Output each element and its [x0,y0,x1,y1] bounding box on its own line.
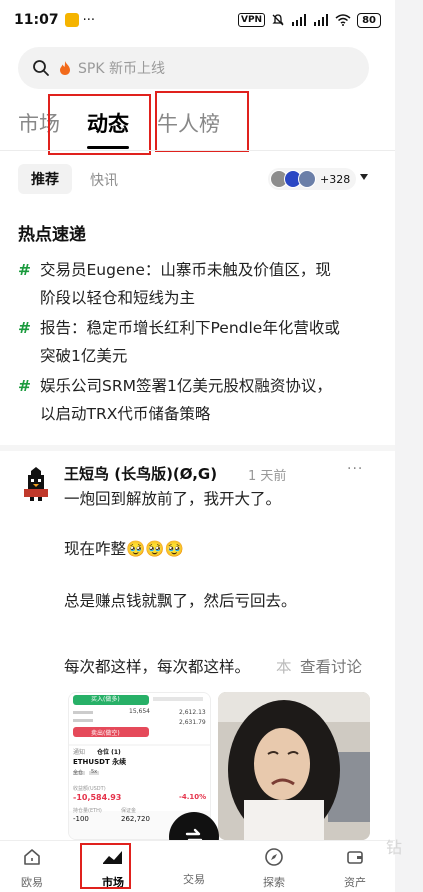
post-image-photo[interactable] [218,692,370,840]
margin-value: 262,720 [121,815,150,823]
nav-label: 资产 [344,876,366,889]
nav-label: 欧易 [21,876,43,889]
section-divider [0,445,395,451]
fire-icon [60,61,70,75]
amount-value: -100 [73,815,89,823]
buy-button-label: 买入(做多) [91,696,120,703]
avatar [298,170,316,188]
vpn-icon: VPN [237,13,266,27]
hot-topic-line: 娱乐公司SRM签署1亿美元股权融资协议， [40,377,332,395]
screenshot-tab: 仓位 (1) [97,749,121,756]
post-text-line: 每次都这样，每次都这样。 [64,658,251,676]
post-text-line: 现在咋整🥹🥹🥹 [64,540,184,558]
watermark: 钻 [386,838,403,857]
screenshot-tag: 全仓 [73,770,84,776]
author-avatar[interactable] [18,465,54,501]
search-icon [33,60,49,76]
amount-label: 持仓量(ETH) [73,808,102,814]
pnl-percent: -4.10% [179,793,207,801]
highlight-box-leaderboard [155,91,249,152]
sub-tabs: 推荐 快讯 +328 [0,160,395,200]
subtab-news[interactable]: 快讯 [90,170,118,190]
hot-topic-item[interactable]: # 娱乐公司SRM签署1亿美元股权融资协议， 以启动TRX代币储备策略 [18,372,378,428]
search-bar[interactable]: SPK 新币上线 [18,47,369,89]
battery-icon: 80 [357,12,381,28]
price-value: 2,631.79 [179,719,206,726]
hot-topic-item[interactable]: # 交易员Eugene：山寨币未触及价值区，现 阶段以轻仓和短线为主 [18,256,378,312]
post-time: 1 天前 [248,469,287,484]
hashtag-icon: # [18,377,31,395]
see-discussion-link[interactable]: 查看讨论 [300,655,362,677]
faded-text: 本 [276,658,292,676]
nav-label: 交易 [183,873,205,886]
nav-explore[interactable]: 探索 [244,847,304,890]
post-text-line: 总是赚点钱就飘了，然后亏回去。 [64,592,297,610]
pnl-value: -10,584.93 [73,793,122,802]
nav-assets[interactable]: 资产 [325,847,385,890]
hot-topic-line: 突破1亿美元 [40,347,128,365]
hot-topic-line: 以启动TRX代币储备策略 [40,405,211,423]
post-text-line: 一炮回到解放前了，我开大了。 [64,490,282,508]
wallet-icon [347,851,363,864]
price-value: 15,654 [129,708,150,715]
right-gutter [395,0,423,892]
sell-button-label: 卖出(做空) [91,730,120,737]
status-indicators: VPN 80 [237,12,381,28]
bottom-nav: 欧易 市场 交易 探索 资产 [0,840,395,892]
subtab-recommend[interactable]: 推荐 [18,164,72,194]
mute-bell-icon [272,14,284,26]
more-options-icon[interactable]: ··· [347,461,363,477]
hot-topic-line: 报告：稳定币增长红利下Pendle年化营收或 [40,319,340,337]
post-author[interactable]: 王短鸟 (长鸟版)(Ø,G) [64,463,217,484]
screenshot-tag: 5x [91,769,98,775]
margin-label: 保证金 [121,808,137,814]
trade-icon-spacer [164,847,224,867]
highlight-box-feed [48,94,151,155]
hashtag-icon: # [18,319,31,337]
wifi-icon [335,14,351,26]
status-bar: 11:07 ··· VPN 80 [0,0,395,40]
hot-topic-line: 阶段以轻仓和短线为主 [40,289,196,307]
search-placeholder: SPK 新币上线 [78,61,165,77]
screenshot-tab: 通知 [73,749,86,756]
compass-icon [265,848,283,866]
hot-topic-line: 交易员Eugene：山寨币未触及价值区，现 [40,261,331,279]
nav-label: 探索 [263,876,285,889]
tabs-divider [0,150,395,151]
price-value: 2,612.13 [179,709,206,716]
hashtag-icon: # [18,261,31,279]
signal-icon [292,14,307,26]
signal-icon-2 [314,14,329,26]
hot-topics-list: # 交易员Eugene：山寨币未触及价值区，现 阶段以轻仓和短线为主 # 报告：… [18,256,378,430]
avatar-count: +328 [320,172,351,186]
nav-trade[interactable]: 交易 [164,847,224,887]
notification-app-icon [64,13,79,27]
hot-topics-title: 热点速递 [18,225,86,245]
home-icon [24,849,40,865]
crying-person-photo [218,692,370,840]
dropdown-caret-icon[interactable] [360,174,368,180]
followed-avatars[interactable]: +328 [268,168,357,190]
pnl-label: 收益额(USDT) [73,786,106,792]
status-time: 11:07 [14,12,59,28]
screenshot-pair: ETHUSDT 永续 [73,757,127,767]
status-more-icon: ··· [82,12,95,28]
hot-topic-item[interactable]: # 报告：稳定币增长红利下Pendle年化营收或 突破1亿美元 [18,314,378,370]
highlight-box-market-nav [80,843,131,889]
nav-home[interactable]: 欧易 [2,847,62,890]
